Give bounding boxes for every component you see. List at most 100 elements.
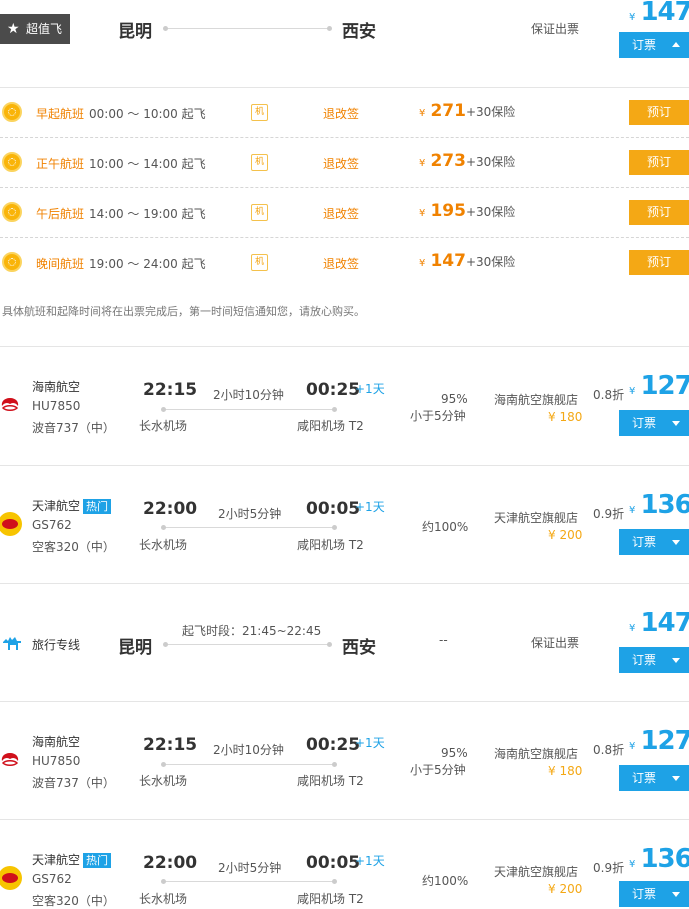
- from-city: 昆明: [118, 638, 152, 658]
- book-button[interactable]: 订票: [619, 529, 689, 555]
- route-line: [163, 642, 332, 647]
- discount: 0.9折: [593, 507, 625, 521]
- duration: 2小时10分钟: [213, 743, 284, 757]
- slot-name: 午后航班: [36, 207, 85, 221]
- duration: 2小时5分钟: [218, 507, 282, 521]
- slot-time: 14:00 ～ 19:00 起飞: [89, 207, 206, 221]
- reserve-button[interactable]: 预订: [629, 200, 689, 225]
- book-button[interactable]: 订票: [619, 765, 689, 791]
- on-time-rate: 约100%: [422, 520, 469, 534]
- arrive-time: 00:05: [306, 853, 361, 873]
- flight-number: GS762: [32, 518, 72, 532]
- reserve-button[interactable]: 预订: [629, 100, 689, 125]
- chevron-down-icon: [672, 540, 680, 545]
- original-price: ¥ 180: [548, 764, 583, 778]
- depart-time: 22:00: [143, 499, 198, 519]
- route-line: [161, 879, 337, 884]
- book-button[interactable]: 订票: [619, 881, 689, 907]
- to-city: 西安: [342, 22, 376, 42]
- airport-transfer-icon: 机: [251, 204, 268, 221]
- depart-time: 22:15: [143, 380, 198, 400]
- super-value-badge: ★ 超值飞: [0, 14, 70, 44]
- flight-number: GS762: [32, 872, 72, 886]
- book-button[interactable]: 订票: [619, 647, 689, 673]
- delay-info: 小于5分钟: [410, 409, 466, 423]
- on-time-rate: 95%: [441, 392, 468, 406]
- route-line: [161, 407, 337, 412]
- airport-transfer-icon: 机: [251, 254, 268, 271]
- time-slot-row: 午后航班 14:00 ～ 19:00 起飞 机 退改签 ¥ 195+30保险 预…: [0, 188, 689, 238]
- slot-name: 晚间航班: [36, 257, 85, 271]
- price: ¥ 136: [629, 490, 689, 520]
- on-time-rate: 约100%: [422, 874, 469, 888]
- hot-badge: 热门: [83, 499, 112, 514]
- departure-period: 起飞时段：21:45~22:45: [182, 624, 322, 638]
- refund-change-link[interactable]: 退改签: [323, 105, 359, 122]
- arrive-airport: 咸阳机场 T2: [297, 892, 364, 906]
- time-slot-row: 早起航班 00:00 ～ 10:00 起飞 机 退改签 ¥ 271+30保险 预…: [0, 88, 689, 138]
- camel-icon: [3, 637, 21, 650]
- airline-name: 天津航空 热门: [32, 497, 112, 514]
- arrive-time: 00:05: [306, 499, 361, 519]
- arrive-time: 00:25: [306, 735, 361, 755]
- chevron-up-icon: [672, 42, 680, 47]
- flight-number: HU7850: [32, 754, 81, 768]
- price: ¥ 127: [629, 371, 689, 401]
- refund-change-link[interactable]: 退改签: [323, 205, 359, 222]
- shop-name[interactable]: 天津航空旗舰店: [494, 509, 578, 526]
- hot-badge: 热门: [83, 853, 112, 868]
- next-day-tag: +1天: [355, 736, 385, 750]
- shop-name[interactable]: 海南航空旗舰店: [494, 391, 578, 408]
- airline-name: 海南航空: [32, 380, 81, 394]
- hainan-airlines-logo-icon: [1, 753, 19, 766]
- slot-price: ¥ 273+30保险: [419, 151, 516, 171]
- travel-line-row: 旅行专线 昆明 起飞时段：21:45~22:45 西安 -- 保证出票 ¥ 14…: [0, 584, 689, 702]
- refund-change-link[interactable]: 退改签: [323, 155, 359, 172]
- price: ¥ 127: [629, 726, 689, 756]
- shop-name[interactable]: 天津航空旗舰店: [494, 863, 578, 880]
- refund-change-link[interactable]: 退改签: [323, 255, 359, 272]
- price: ¥ 136: [629, 844, 689, 874]
- depart-airport: 长水机场: [139, 892, 188, 906]
- chevron-down-icon: [672, 658, 680, 663]
- slot-time: 10:00 ～ 14:00 起飞: [89, 157, 206, 171]
- aircraft-type: 空客320（中）: [32, 540, 115, 554]
- shop-name[interactable]: 海南航空旗舰店: [494, 745, 578, 762]
- discount: 0.8折: [593, 743, 625, 757]
- route-line: [163, 26, 332, 31]
- reserve-button[interactable]: 预订: [629, 150, 689, 175]
- chevron-down-icon: [672, 892, 680, 897]
- reserve-button[interactable]: 预订: [629, 250, 689, 275]
- route-line: [161, 762, 337, 767]
- airport-transfer-icon: 机: [251, 104, 268, 121]
- slot-price: ¥ 271+30保险: [419, 101, 516, 121]
- on-time-rate: --: [439, 633, 448, 647]
- duration: 2小时10分钟: [213, 388, 284, 402]
- price: ¥ 147: [629, 608, 689, 638]
- arrive-airport: 咸阳机场 T2: [297, 419, 364, 433]
- book-button[interactable]: 订票: [619, 410, 689, 436]
- discount: 0.8折: [593, 388, 625, 402]
- aircraft-type: 波音737（中）: [32, 421, 115, 435]
- airport-transfer-icon: 机: [251, 154, 268, 171]
- night-sun-icon: [2, 252, 22, 272]
- original-price: ¥ 180: [548, 410, 583, 424]
- on-time-rate: 95%: [441, 746, 468, 760]
- notice-row: 具体航班和起降时间将在出票完成后，第一时间短信通知您，请放心购买。: [0, 288, 689, 347]
- slot-time: 19:00 ～ 24:00 起飞: [89, 257, 206, 271]
- airline-name: 天津航空 热门: [32, 851, 112, 868]
- depart-time: 22:00: [143, 853, 198, 873]
- super-value-row: ★ 超值飞 昆明 西安 保证出票 ¥ 147 订票: [0, 0, 689, 88]
- depart-time: 22:15: [143, 735, 198, 755]
- original-price: ¥ 200: [548, 528, 583, 542]
- tianjin-airlines-logo-icon: [0, 512, 22, 536]
- time-slot-row: 晚间航班 19:00 ～ 24:00 起飞 机 退改签 ¥ 147+30保险 预…: [0, 238, 689, 288]
- book-button[interactable]: 订票: [619, 32, 689, 58]
- arrive-time: 00:25: [306, 380, 361, 400]
- slot-price: ¥ 147+30保险: [419, 251, 516, 271]
- slot-name: 早起航班: [36, 107, 85, 121]
- travel-line-label: 旅行专线: [32, 638, 81, 652]
- next-day-tag: +1天: [355, 382, 385, 396]
- sunrise-icon: [2, 102, 22, 122]
- tianjin-airlines-logo-icon: [0, 866, 22, 890]
